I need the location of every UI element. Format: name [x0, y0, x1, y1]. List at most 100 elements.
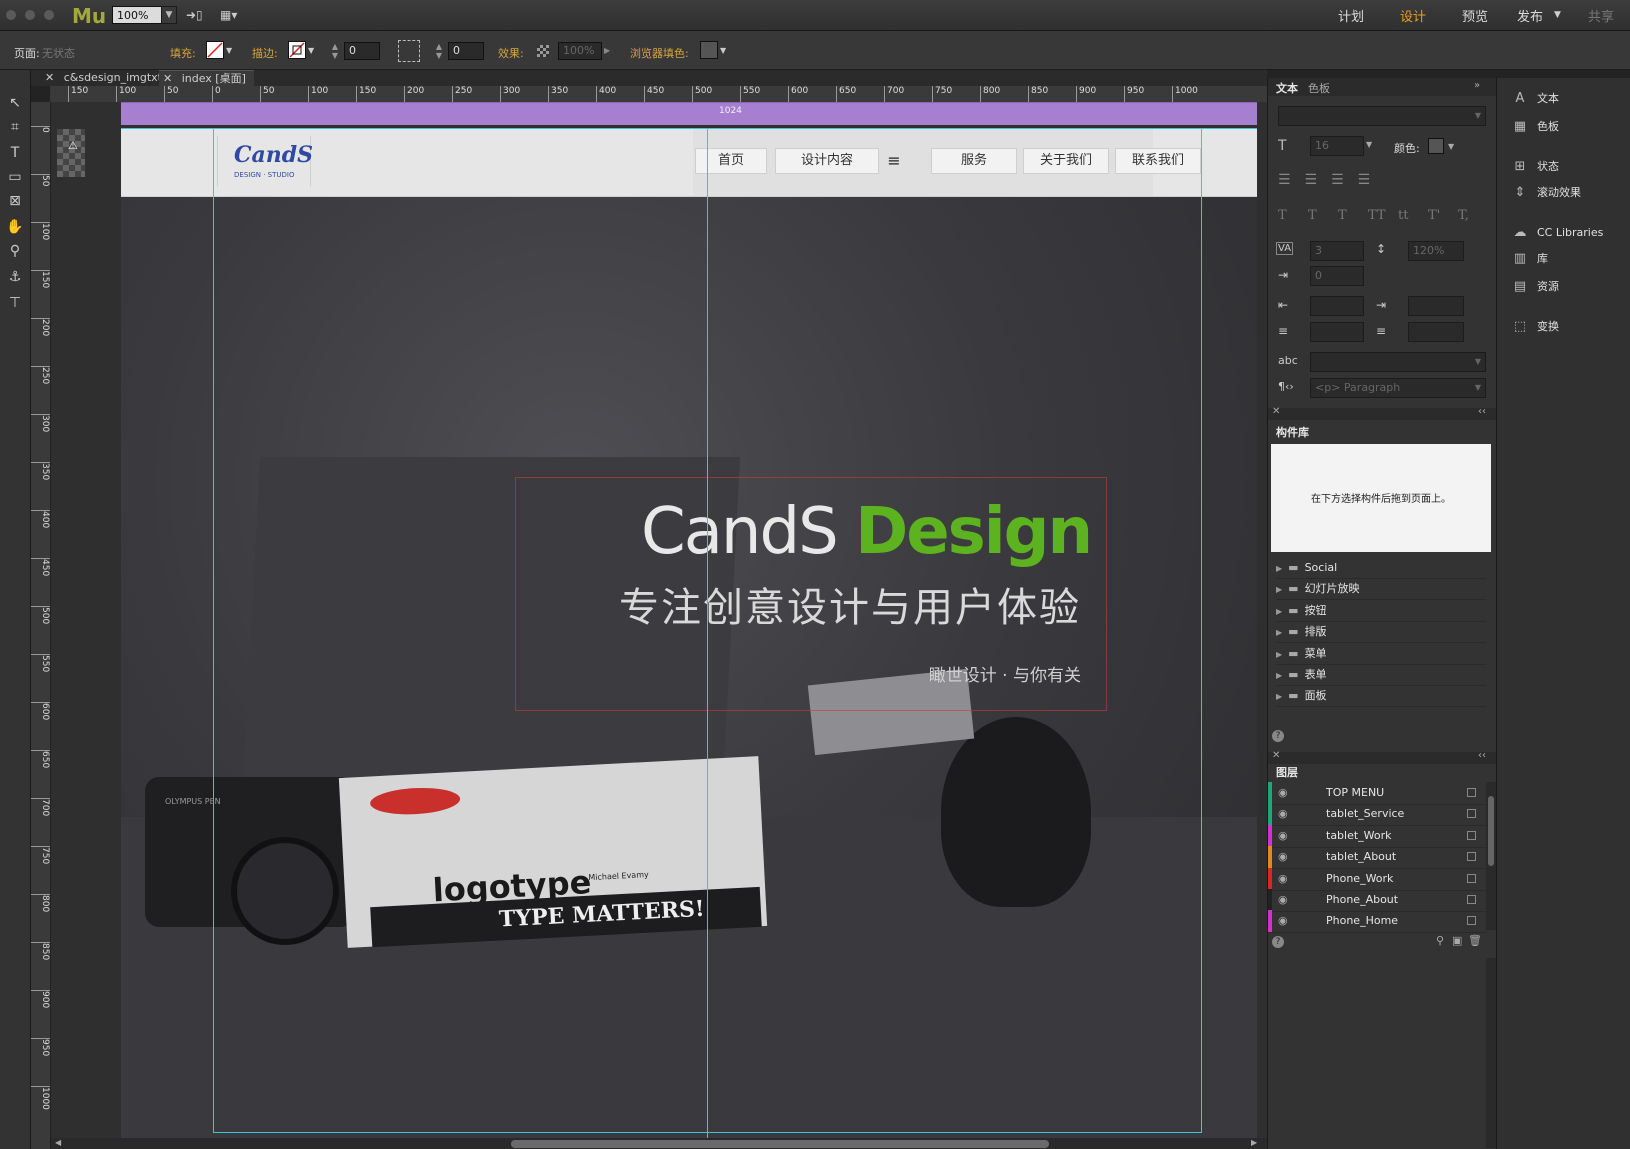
maximize-window-button[interactable]: [44, 10, 54, 20]
type-style-button[interactable]: T: [1278, 208, 1287, 223]
lock-checkbox[interactable]: [1467, 788, 1476, 797]
expand-arrow-icon[interactable]: ▶: [1276, 607, 1282, 616]
layer-row[interactable]: ◉ Phone_About: [1268, 889, 1486, 912]
layers-help-icon[interactable]: ?: [1272, 936, 1284, 948]
text-color-dropdown-icon[interactable]: ▼: [1448, 142, 1454, 151]
zoom-tool-icon[interactable]: ⚲: [4, 240, 26, 262]
widget-folder-item[interactable]: ▶ ▬ 菜单: [1276, 644, 1486, 665]
lock-checkbox[interactable]: [1467, 916, 1476, 926]
font-size-input[interactable]: 16: [1310, 136, 1364, 156]
font-size-dropdown-icon[interactable]: ▼: [1366, 140, 1372, 149]
close-window-button[interactable]: [6, 10, 16, 20]
fill-swatch[interactable]: [206, 41, 224, 59]
opacity-arrow-icon[interactable]: ▶: [604, 46, 610, 55]
fill-dropdown-icon[interactable]: ▼: [226, 46, 232, 55]
corner-radius-icon[interactable]: [398, 40, 420, 62]
image-frame-tool-icon[interactable]: ⊠: [4, 190, 26, 212]
guide-bottom[interactable]: [213, 1132, 1202, 1133]
browser-fill-dropdown-icon[interactable]: ▼: [720, 46, 726, 55]
view-mode-icon[interactable]: ▦▾: [220, 8, 237, 22]
zoom-dropdown-icon[interactable]: ▼: [161, 6, 177, 24]
delete-layer-icon[interactable]: 🗑: [1468, 934, 1482, 947]
dock-transform[interactable]: ⬚ 变换: [1511, 316, 1559, 338]
eye-icon[interactable]: ◉: [1278, 846, 1288, 868]
eye-icon[interactable]: ◉: [1278, 889, 1288, 911]
widget-folder-item[interactable]: ▶ ▬ 按钮: [1276, 601, 1486, 622]
design-canvas[interactable]: 1024 ⚠ CandS DESIGN · STUDIO 首页 设计内容 ≡ 服…: [51, 102, 1267, 1138]
collapse-layers-icon[interactable]: ‹‹: [1478, 750, 1486, 761]
scroll-left-icon[interactable]: ◀: [55, 1138, 61, 1147]
stroke-dropdown-icon[interactable]: ▼: [308, 46, 314, 55]
hyphenation-select[interactable]: ▼: [1310, 352, 1486, 372]
leading-input[interactable]: 120%: [1408, 241, 1464, 261]
expand-arrow-icon[interactable]: ▶: [1276, 671, 1282, 680]
text-color-swatch[interactable]: [1428, 138, 1444, 154]
type-style-button[interactable]: T,: [1458, 208, 1469, 223]
widget-folder-item[interactable]: ▶ ▬ 排版: [1276, 622, 1486, 644]
close-tab-icon[interactable]: ✕: [45, 71, 54, 84]
dock-scroll-effects[interactable]: ⇕ 滚动效果: [1511, 182, 1581, 204]
close-panel-icon[interactable]: ✕: [1272, 406, 1280, 417]
horizontal-scroll-thumb[interactable]: [511, 1140, 1049, 1148]
help-icon[interactable]: ?: [1272, 730, 1284, 742]
collapse-panel-icon[interactable]: ‹‹: [1478, 406, 1486, 417]
page-area[interactable]: CandS DESIGN · STUDIO 首页 设计内容 ≡ 服务 关于我们 …: [121, 128, 1257, 1138]
panel-expand-icon[interactable]: »: [1474, 80, 1480, 91]
lock-checkbox[interactable]: [1467, 895, 1476, 904]
anchor-tool-icon[interactable]: ⚓: [4, 266, 26, 288]
text-tool-icon[interactable]: T: [4, 142, 26, 164]
nav-home[interactable]: 首页: [695, 148, 767, 174]
zoom-select[interactable]: 100%: [112, 6, 162, 24]
widget-folder-item[interactable]: ▶ ▬ 面板: [1276, 686, 1486, 708]
indent-input[interactable]: 0: [1310, 266, 1364, 286]
export-icon[interactable]: ➜▯: [186, 8, 203, 22]
widget-folder-item[interactable]: ▶ ▬ 表单: [1276, 665, 1486, 686]
layers-scroll-thumb[interactable]: [1488, 796, 1494, 866]
lock-checkbox[interactable]: [1467, 873, 1476, 883]
layer-row[interactable]: ◉ tablet_Work: [1268, 824, 1486, 848]
expand-arrow-icon[interactable]: ▶: [1276, 692, 1282, 701]
scroll-right-icon[interactable]: ▶: [1251, 1138, 1257, 1147]
tab-publish[interactable]: 发布: [1517, 6, 1543, 25]
corner-radius-input[interactable]: 0: [448, 42, 484, 60]
layer-row[interactable]: ◉ tablet_About: [1268, 846, 1486, 870]
lock-checkbox[interactable]: [1467, 852, 1476, 862]
dock-assets[interactable]: ▤ 资源: [1511, 276, 1559, 298]
layer-search-icon[interactable]: ⚲: [1436, 934, 1444, 947]
tab-swatch[interactable]: 色板: [1308, 80, 1330, 96]
browser-fill-swatch[interactable]: [700, 41, 718, 59]
panel-scrollbar[interactable]: [1486, 958, 1496, 1148]
widget-folder-item[interactable]: ▶ ▬ 幻灯片放映: [1276, 579, 1486, 601]
page-state[interactable]: 无状态: [42, 45, 75, 61]
tab-text[interactable]: 文本: [1276, 80, 1298, 96]
guide-top[interactable]: [121, 128, 1257, 129]
layer-row[interactable]: ◉ Phone_Work: [1268, 867, 1486, 891]
tab-share[interactable]: 共享: [1588, 6, 1614, 25]
tab-preview[interactable]: 预览: [1462, 6, 1488, 25]
tab-plan[interactable]: 计划: [1338, 6, 1364, 25]
hamburger-icon[interactable]: ≡: [883, 150, 905, 172]
close-layers-icon[interactable]: ✕: [1272, 750, 1280, 761]
horizontal-scrollbar[interactable]: ◀ ▶: [51, 1138, 1267, 1149]
nav-service[interactable]: 服务: [931, 148, 1017, 174]
text-frame-tool-icon[interactable]: ⊤: [4, 292, 26, 314]
guide-center[interactable]: [707, 128, 708, 1138]
opacity-input[interactable]: 100%: [558, 42, 602, 60]
type-style-button[interactable]: tt: [1398, 208, 1408, 223]
hero-subtitle[interactable]: 专注创意设计与用户体验: [541, 575, 1081, 633]
expand-arrow-icon[interactable]: ▶: [1276, 650, 1282, 659]
close-tab-icon[interactable]: ✕: [163, 72, 172, 85]
layer-row[interactable]: ◉ tablet_Service: [1268, 803, 1486, 827]
dock-swatches[interactable]: ▦ 色板: [1511, 116, 1559, 138]
effect-icon[interactable]: [537, 45, 549, 57]
eye-icon[interactable]: ◉: [1278, 825, 1288, 847]
guide-right[interactable]: [1201, 128, 1202, 1133]
widget-folder-item[interactable]: ▶ ▬ Social: [1276, 558, 1486, 579]
expand-arrow-icon[interactable]: ▶: [1276, 628, 1282, 637]
widgets-title[interactable]: 构件库: [1276, 424, 1309, 440]
type-style-button[interactable]: T: [1308, 208, 1317, 223]
lock-checkbox[interactable]: [1467, 809, 1476, 819]
eye-icon[interactable]: ◉: [1278, 782, 1288, 804]
corner-spinner-icon[interactable]: ▲ ▼: [434, 42, 444, 60]
crop-tool-icon[interactable]: ⌗: [4, 116, 26, 138]
